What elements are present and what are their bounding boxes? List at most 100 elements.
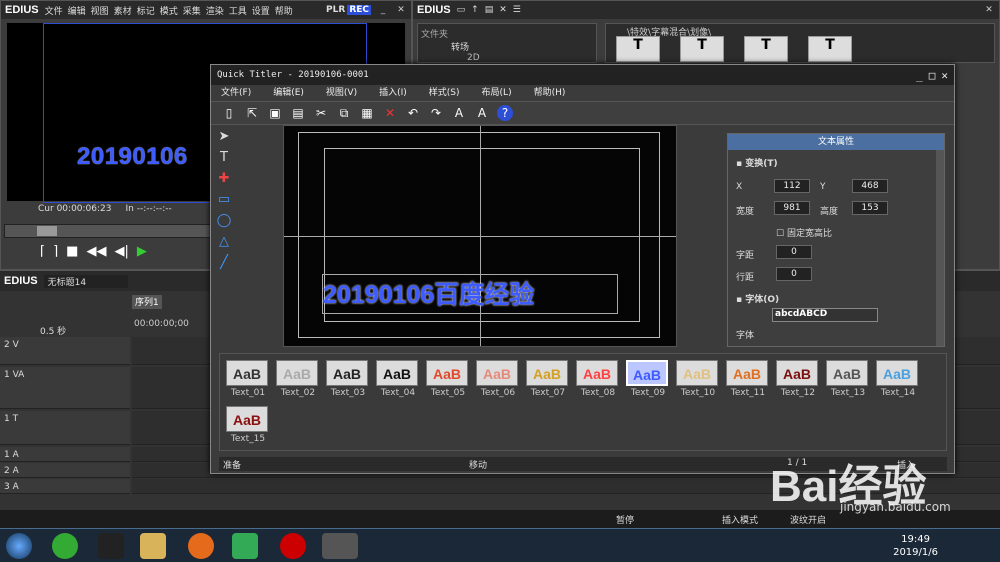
track-header[interactable]: 2 A	[0, 463, 130, 478]
player-menu-item[interactable]: 标记	[137, 7, 155, 17]
lock-ratio-checkbox[interactable]: ☐ 固定宽高比	[776, 226, 832, 239]
preset-text-15[interactable]: AaB Text_15	[226, 406, 270, 450]
close-icon[interactable]: ✕	[395, 5, 407, 15]
titler-menu-item[interactable]: 插入(I)	[379, 85, 407, 101]
bin-close-icon[interactable]: ✕	[983, 5, 995, 15]
copy-icon[interactable]: ⧉	[336, 105, 352, 121]
close-icon[interactable]: ✕	[941, 69, 948, 82]
track-header[interactable]: 1 T	[0, 411, 130, 445]
font-section[interactable]: ▪ 字体(O)	[736, 292, 779, 305]
player-menu-item[interactable]: 编辑	[68, 7, 86, 17]
qq-icon[interactable]	[98, 533, 124, 559]
effect-thumb[interactable]: T	[680, 36, 724, 62]
track-header[interactable]: 1 A	[0, 447, 130, 462]
explorer-icon[interactable]	[140, 533, 166, 559]
clip-icon[interactable]: ▤	[485, 5, 494, 15]
track-header[interactable]: 2 V	[0, 337, 130, 365]
new-icon[interactable]: ▯	[221, 105, 237, 121]
titler-menu-item[interactable]: 布局(L)	[482, 85, 512, 101]
player-menu-item[interactable]: 帮助	[275, 7, 293, 17]
stop-icon[interactable]: ■	[66, 244, 78, 259]
transform-section[interactable]: ▪ 变换(T)	[736, 156, 778, 169]
help-icon[interactable]: ?	[497, 105, 513, 121]
redo-icon[interactable]: ↷	[428, 105, 444, 121]
preset-text-01[interactable]: AaB Text_01	[226, 360, 270, 404]
play-icon[interactable]: ▶	[137, 244, 147, 259]
delete-icon[interactable]: ✕	[499, 5, 507, 15]
save-as-icon[interactable]: ▤	[290, 105, 306, 121]
folder-icon[interactable]: ▭	[457, 5, 466, 15]
track-header[interactable]: 1 VA	[0, 367, 130, 409]
effect-thumb[interactable]: T	[808, 36, 852, 62]
select-tool-icon[interactable]: ➤	[219, 129, 230, 144]
image-tool-icon[interactable]: ✚	[219, 171, 230, 186]
up-icon[interactable]: ↑	[471, 5, 479, 15]
y-field[interactable]: 468	[852, 179, 888, 193]
titler-menu-item[interactable]: 编辑(E)	[273, 85, 304, 101]
folder-item-transition[interactable]: 转场	[421, 40, 593, 53]
effect-thumb[interactable]: T	[744, 36, 788, 62]
player-menu-item[interactable]: 素材	[114, 7, 132, 17]
titler-menu-item[interactable]: 帮助(H)	[534, 85, 566, 101]
plr-rec-toggle[interactable]: PLR REC	[326, 5, 371, 15]
record-icon[interactable]	[280, 533, 306, 559]
titler-canvas[interactable]: 20190106百度经验	[283, 125, 677, 347]
player-menu-item[interactable]: 设置	[252, 7, 270, 17]
plr-button[interactable]: PLR	[326, 5, 345, 15]
triangle-tool-icon[interactable]: △	[219, 234, 229, 249]
sequence-tab[interactable]: 序列1	[132, 295, 162, 309]
delete-icon[interactable]: ✕	[382, 105, 398, 121]
x-field[interactable]: 112	[774, 179, 810, 193]
canvas-title-text[interactable]: 20190106百度经验	[322, 274, 618, 314]
preset-text-04[interactable]: AaB Text_04	[376, 360, 420, 404]
preset-text-10[interactable]: AaB Text_10	[676, 360, 720, 404]
player-menu-item[interactable]: 工具	[229, 7, 247, 17]
media-icon[interactable]	[232, 533, 258, 559]
preset-text-03[interactable]: AaB Text_03	[326, 360, 370, 404]
rewind-icon[interactable]: ◀◀	[86, 244, 106, 259]
start-icon[interactable]	[6, 533, 32, 559]
set-out-icon[interactable]: ⌉	[53, 244, 58, 259]
text-style-icon[interactable]: A	[474, 105, 490, 121]
minimize-icon[interactable]: _	[377, 5, 389, 15]
preset-text-13[interactable]: AaB Text_13	[826, 360, 870, 404]
maximize-icon[interactable]: □	[929, 69, 936, 82]
line-tool-icon[interactable]: ╱	[220, 255, 228, 270]
text-tool-icon[interactable]: T	[220, 150, 228, 165]
step-back-icon[interactable]: ◀|	[114, 244, 128, 259]
kerning-field[interactable]: 0	[776, 245, 812, 259]
player-menu-item[interactable]: 视图	[91, 7, 109, 17]
titler-menu-item[interactable]: 样式(S)	[429, 85, 460, 101]
preset-text-07[interactable]: AaB Text_07	[526, 360, 570, 404]
player-menu-item[interactable]: 渲染	[206, 7, 224, 17]
clock[interactable]: 19:49 2019/1/6	[893, 533, 938, 559]
cut-icon[interactable]: ✂	[313, 105, 329, 121]
scrub-handle[interactable]	[37, 226, 57, 236]
preset-text-11[interactable]: AaB Text_11	[726, 360, 770, 404]
app-icon-360[interactable]	[52, 533, 78, 559]
titler-menu-item[interactable]: 视图(V)	[326, 85, 357, 101]
ellipse-tool-icon[interactable]: ◯	[217, 213, 232, 228]
view-icon[interactable]: ☰	[513, 5, 521, 15]
save-icon[interactable]: ▣	[267, 105, 283, 121]
preset-text-06[interactable]: AaB Text_06	[476, 360, 520, 404]
open-icon[interactable]: ⇱	[244, 105, 260, 121]
paste-icon[interactable]: ▦	[359, 105, 375, 121]
preset-text-14[interactable]: AaB Text_14	[876, 360, 920, 404]
preset-text-12[interactable]: AaB Text_12	[776, 360, 820, 404]
undo-icon[interactable]: ↶	[405, 105, 421, 121]
folder-item-2d[interactable]: 2D	[421, 53, 593, 63]
effect-thumb[interactable]: T	[616, 36, 660, 62]
rectangle-tool-icon[interactable]: ▭	[218, 192, 230, 207]
preset-text-05[interactable]: AaB Text_05	[426, 360, 470, 404]
zoom-level[interactable]: 0.5 秒	[40, 324, 66, 337]
height-field[interactable]: 153	[852, 201, 888, 215]
preset-text-02[interactable]: AaB Text_02	[276, 360, 320, 404]
rec-button[interactable]: REC	[347, 5, 371, 15]
edius-task-icon[interactable]	[322, 533, 358, 559]
width-field[interactable]: 981	[774, 201, 810, 215]
leading-field[interactable]: 0	[776, 267, 812, 281]
track-header[interactable]: 3 A	[0, 479, 130, 494]
text-effect-icon[interactable]: A	[451, 105, 467, 121]
firefox-icon[interactable]	[188, 533, 214, 559]
